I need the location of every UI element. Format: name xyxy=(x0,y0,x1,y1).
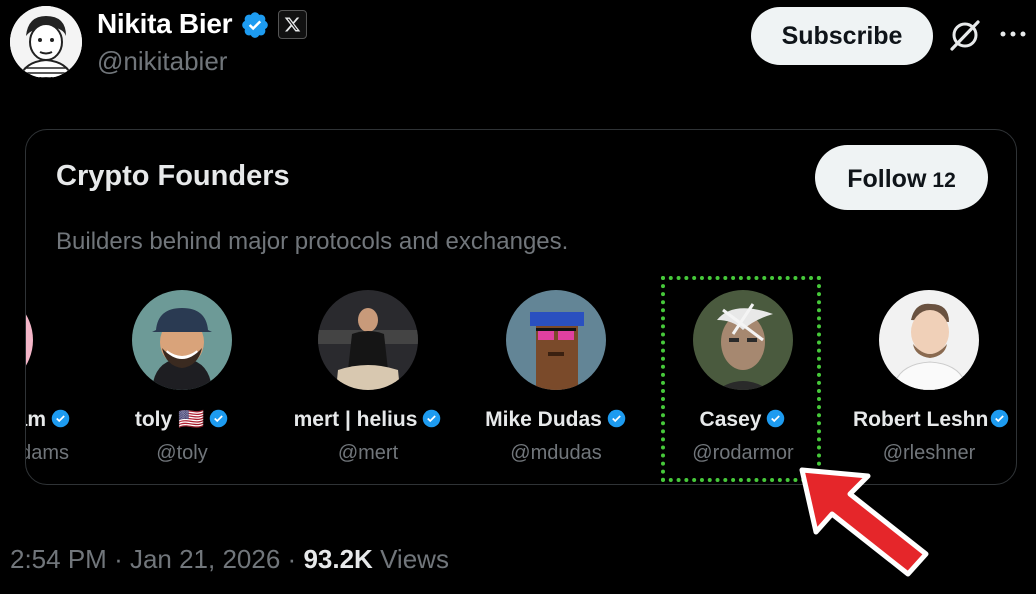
member-handle: @mdudas xyxy=(510,442,602,464)
tweet-time[interactable]: 2:54 PM xyxy=(10,544,107,574)
list-card[interactable]: Crypto Founders Follow 12 Builders behin… xyxy=(25,129,1017,485)
more-icon[interactable] xyxy=(998,24,1028,44)
highlight-annotation-box xyxy=(661,276,821,482)
views-count[interactable]: 93.2K xyxy=(303,544,372,574)
member-name: toly xyxy=(134,408,173,431)
member-name: am xyxy=(26,408,46,431)
member-name: Robert Leshn xyxy=(853,408,989,431)
list-title[interactable]: Crypto Founders xyxy=(56,160,290,193)
tweet-timestamp: 2:54 PM · Jan 21, 2026 · 93.2K Views xyxy=(10,544,449,575)
member-avatar[interactable] xyxy=(132,290,232,390)
us-flag-emoji: 🇺🇸 xyxy=(178,408,205,431)
member-name: mert | helius xyxy=(293,408,418,431)
list-member[interactable]: am dams xyxy=(26,290,83,480)
verified-badge-icon xyxy=(423,409,441,428)
verified-badge-icon xyxy=(607,409,626,428)
member-name: Mike Dudas xyxy=(485,408,602,431)
follow-list-button[interactable]: Follow 12 xyxy=(815,145,988,210)
separator-dot: · xyxy=(114,544,130,574)
list-member[interactable]: Mike Dudas @mdudas xyxy=(456,290,656,480)
separator-dot: · xyxy=(287,544,304,574)
member-handle: dams xyxy=(26,442,69,464)
member-avatar[interactable] xyxy=(879,290,979,390)
member-avatar[interactable] xyxy=(506,290,606,390)
grok-icon[interactable] xyxy=(948,18,982,52)
list-member[interactable]: toly 🇺🇸 @toly xyxy=(82,290,282,480)
list-member[interactable]: mert | helius @mert xyxy=(268,290,468,480)
member-avatar[interactable] xyxy=(318,290,418,390)
verified-badge-icon xyxy=(242,12,268,38)
follow-label: Follow xyxy=(847,165,927,193)
author-avatar[interactable] xyxy=(10,6,82,78)
tweet-date[interactable]: Jan 21, 2026 xyxy=(130,544,280,574)
verified-badge-icon xyxy=(51,409,70,428)
follow-count: 12 xyxy=(932,169,956,192)
red-arrow-annotation xyxy=(799,467,929,577)
author-name[interactable]: Nikita Bier xyxy=(97,8,233,40)
author-handle[interactable]: @nikitabier xyxy=(97,46,227,77)
list-member[interactable]: Robert Leshn @rleshner xyxy=(829,290,1016,480)
verified-badge-icon xyxy=(991,409,1009,428)
views-label: Views xyxy=(380,544,449,574)
member-handle: @mert xyxy=(337,442,399,464)
subscribe-button[interactable]: Subscribe xyxy=(751,7,933,65)
verified-badge-icon xyxy=(209,409,228,428)
member-avatar[interactable] xyxy=(26,290,33,390)
list-description: Builders behind major protocols and exch… xyxy=(56,228,569,255)
member-handle: @toly xyxy=(156,442,208,464)
x-logo-icon xyxy=(278,10,307,39)
